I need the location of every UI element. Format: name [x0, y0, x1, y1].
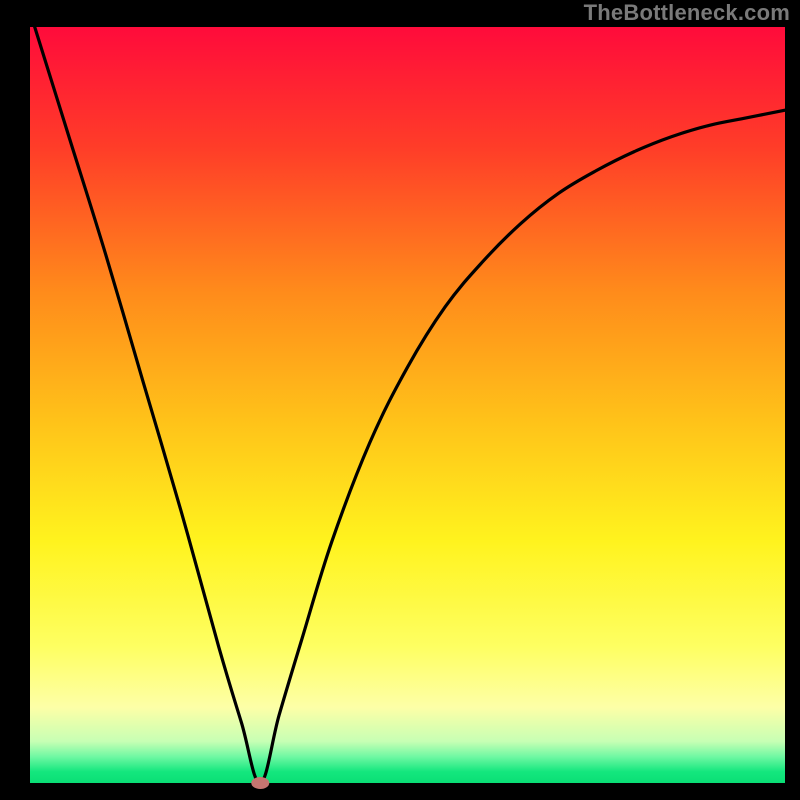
plot-background	[30, 27, 785, 783]
chart-stage: { "watermark": "TheBottleneck.com", "cha…	[0, 0, 800, 800]
bottleneck-chart	[0, 0, 800, 800]
watermark-text: TheBottleneck.com	[584, 0, 790, 26]
minimum-marker	[251, 777, 269, 789]
